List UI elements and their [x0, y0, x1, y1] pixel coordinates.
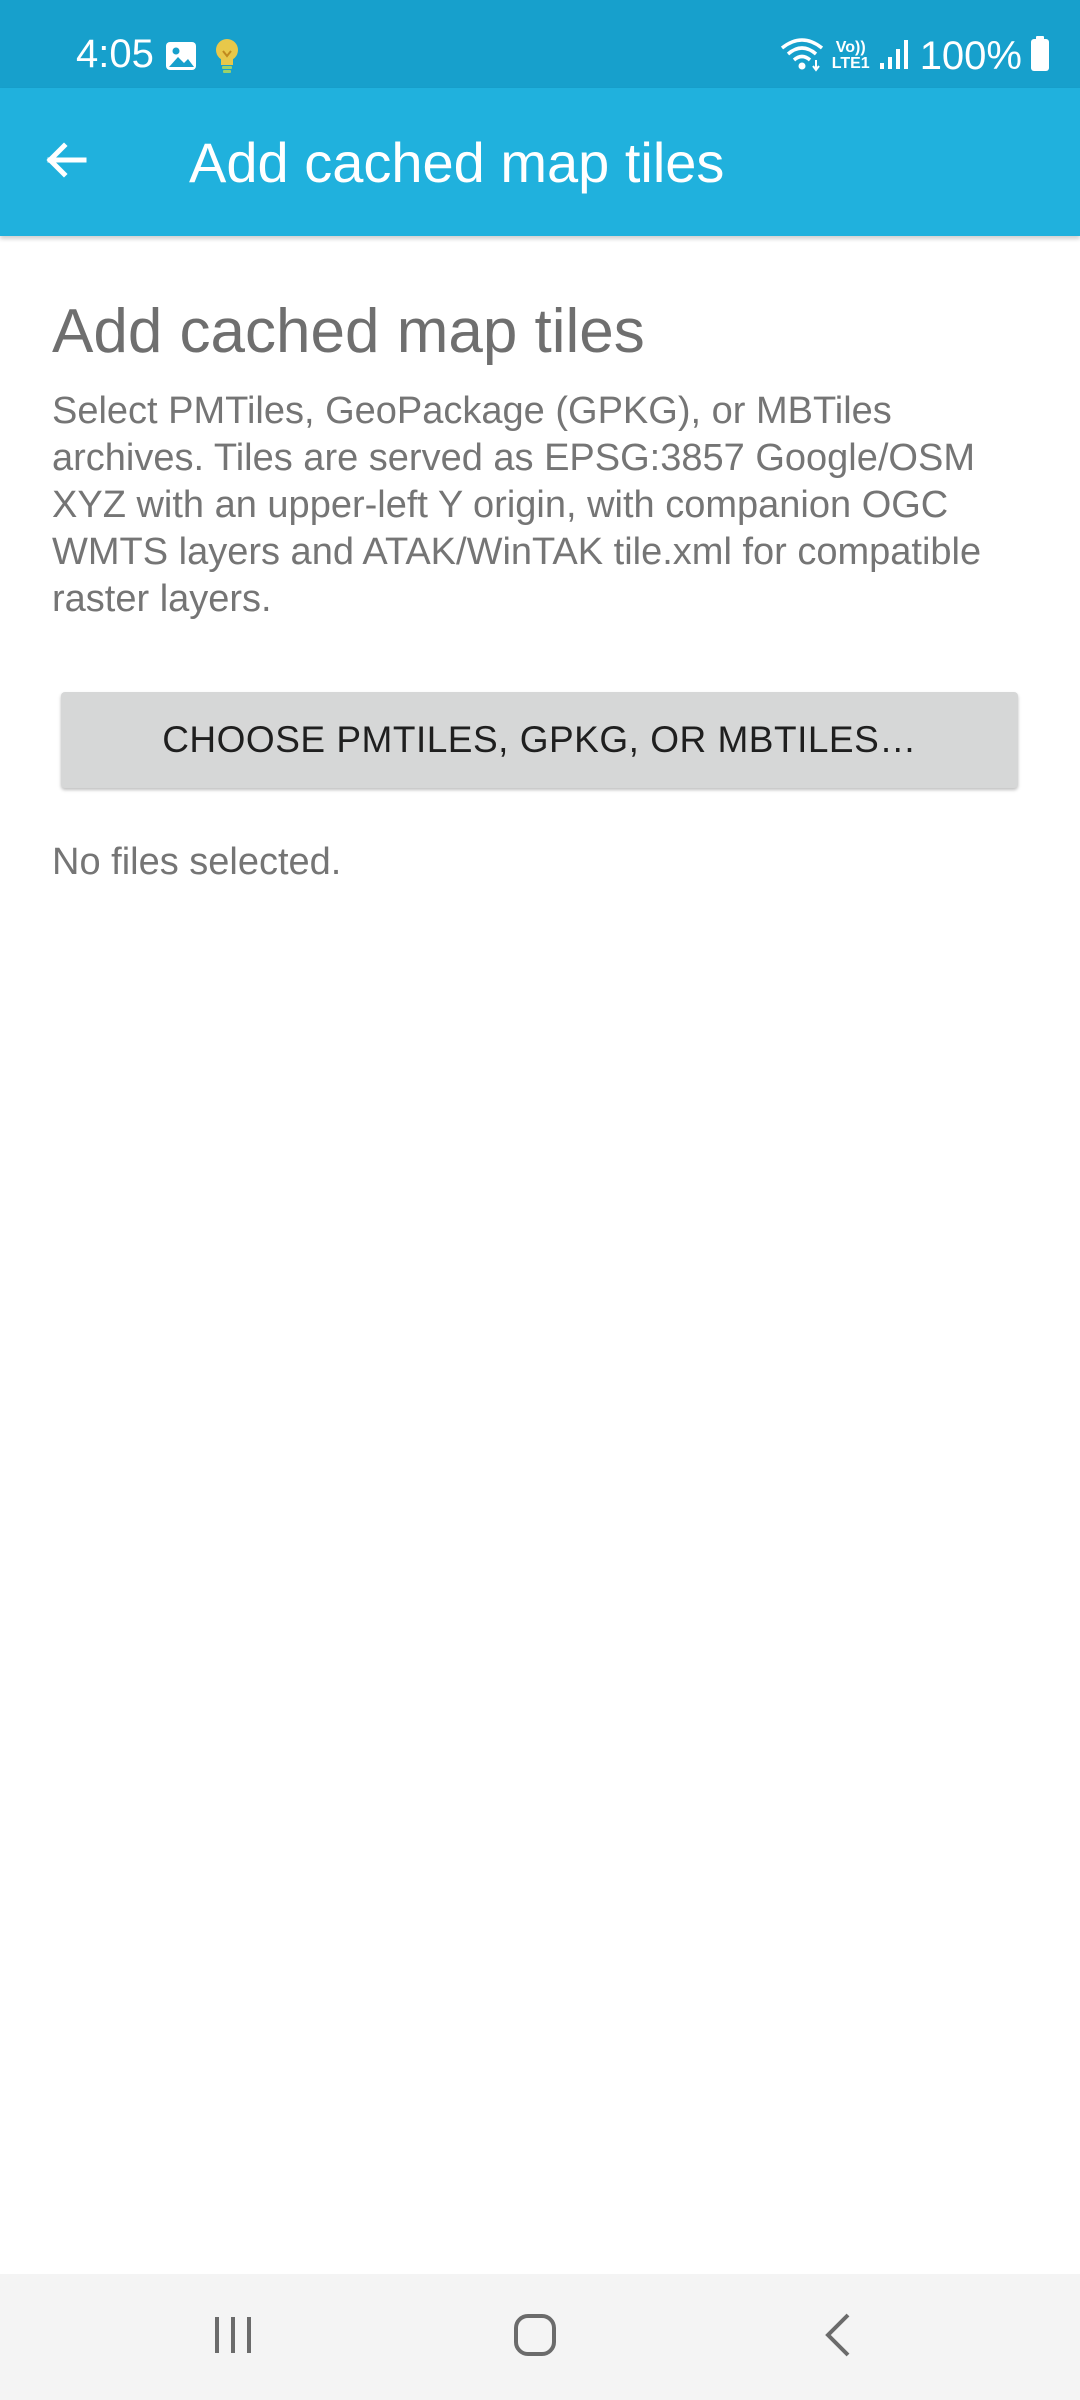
- wifi-icon: [780, 36, 824, 77]
- description-text: Select PMTiles, GeoPackage (GPKG), or MB…: [52, 390, 982, 620]
- battery-percent: 100%: [919, 34, 1022, 78]
- choose-files-button[interactable]: CHOOSE PMTILES, GPKG, OR MBTILES…: [61, 692, 1018, 788]
- volte-label-top: Vo)): [835, 39, 866, 56]
- recents-button[interactable]: [183, 2294, 283, 2380]
- signal-icon: [878, 37, 912, 76]
- volte-icon: Vo)) LTE1: [832, 40, 870, 72]
- battery-icon: [1030, 35, 1050, 77]
- arrow-back-icon: [42, 136, 90, 189]
- app-bar: Add cached map tiles: [0, 88, 1080, 236]
- app-bar-title: Add cached map tiles: [189, 131, 725, 194]
- status-bar: 4:05 Vo)) LTE1 100%: [0, 0, 1080, 88]
- back-icon: [818, 2311, 858, 2364]
- main-content: Add cached map tiles Select PMTiles, Geo…: [52, 236, 1028, 623]
- status-right: Vo)) LTE1 100%: [780, 34, 1050, 78]
- back-button[interactable]: [30, 126, 102, 198]
- home-icon: [511, 2311, 559, 2364]
- page-heading: Add cached map tiles: [52, 297, 645, 366]
- image-icon: [164, 39, 198, 78]
- recents-icon: [211, 2313, 255, 2362]
- volte-label-bottom: LTE1: [831, 55, 870, 72]
- navigation-bar: [0, 2274, 1080, 2400]
- system-back-button[interactable]: [788, 2294, 888, 2380]
- lightbulb-icon: [212, 37, 242, 80]
- status-time: 4:05: [76, 32, 154, 76]
- file-status-text: No files selected.: [52, 841, 342, 883]
- screen: 4:05 Vo)) LTE1 100% Add cached map tiles…: [0, 0, 1080, 2400]
- status-left-icons: [164, 38, 242, 78]
- home-button[interactable]: [485, 2294, 585, 2380]
